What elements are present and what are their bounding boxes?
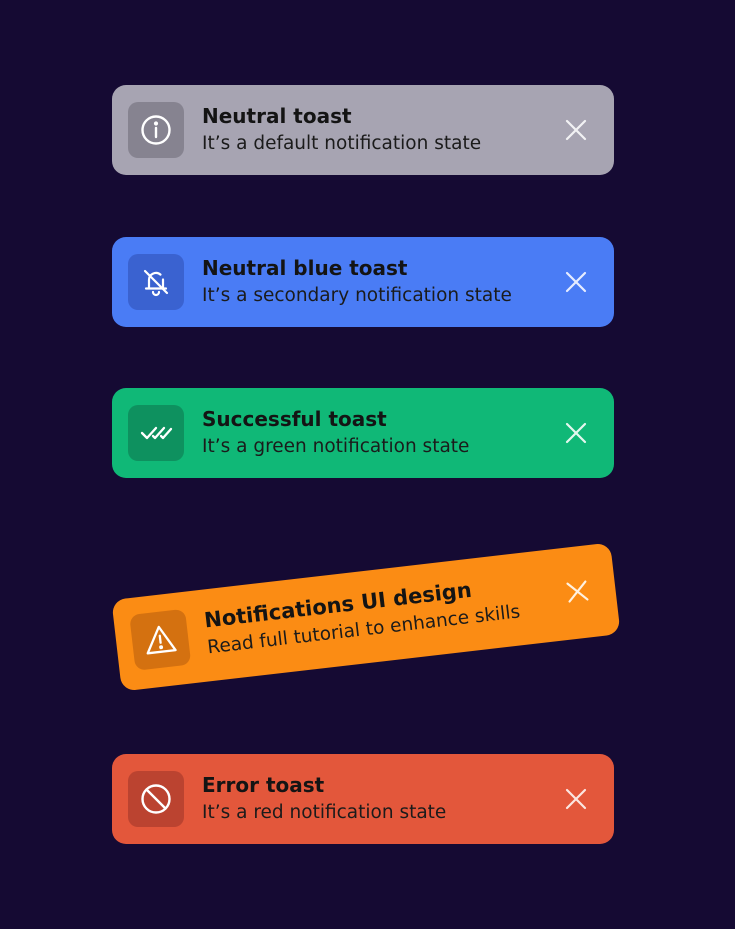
bell-off-icon	[139, 265, 173, 299]
close-icon[interactable]	[564, 421, 588, 445]
neutral-blue-toast: Neutral blue toast It’s a secondary noti…	[112, 237, 614, 327]
toast-icon-box	[128, 102, 184, 158]
toast-message: It’s a green notification state	[202, 436, 470, 457]
toast-icon-box	[128, 771, 184, 827]
close-icon[interactable]	[564, 118, 588, 142]
toast-title: Neutral blue toast	[202, 256, 408, 280]
close-icon[interactable]	[564, 578, 591, 605]
warning-icon	[141, 621, 179, 659]
block-icon	[139, 782, 173, 816]
toast-icon-box	[129, 608, 192, 671]
error-toast: Error toast It’s a red notification stat…	[112, 754, 614, 844]
toast-title: Error toast	[202, 773, 325, 797]
toast-title: Successful toast	[202, 407, 387, 431]
toast-icon-box	[128, 254, 184, 310]
toast-message: It’s a secondary notification state	[202, 285, 512, 306]
toast-icon-box	[128, 405, 184, 461]
neutral-toast: Neutral toast It’s a default notificatio…	[112, 85, 614, 175]
toast-message: It’s a default notification state	[202, 133, 482, 154]
toast-message: It’s a red notification state	[202, 802, 447, 823]
toast-title: Neutral toast	[202, 104, 352, 128]
successful-toast: Successful toast It’s a green notificati…	[112, 388, 614, 478]
double-check-icon	[139, 416, 173, 450]
info-icon	[139, 113, 173, 147]
notifications-ui-design-toast: Notifications UI design Read full tutori…	[111, 542, 621, 692]
close-icon[interactable]	[564, 787, 588, 811]
close-icon[interactable]	[564, 270, 588, 294]
